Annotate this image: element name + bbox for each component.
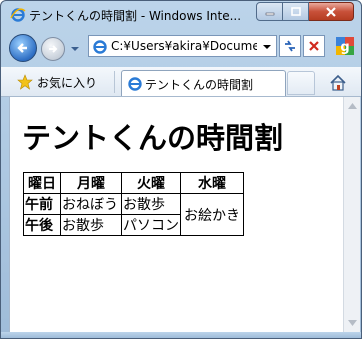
tab-page-icon [128, 77, 142, 91]
refresh-button[interactable] [279, 35, 301, 57]
back-button[interactable] [9, 34, 37, 62]
page-title: テントくんの時間割 [22, 121, 284, 155]
slot-cell: 午後 [23, 214, 61, 236]
scroll-down-button[interactable] [347, 318, 358, 328]
table-header-row: 曜日 月曜 火曜 水曜 [23, 172, 244, 194]
page-icon [93, 40, 107, 54]
search-provider-button[interactable]: g [335, 35, 355, 57]
scroll-down-icon [348, 320, 357, 326]
close-button[interactable] [309, 2, 354, 21]
address-bar[interactable]: C:¥Users¥akira¥Documen [88, 35, 277, 57]
new-tab-button[interactable] [287, 71, 315, 95]
slot-cell: 午前 [23, 193, 61, 215]
table-cell: お散歩 [121, 193, 181, 215]
header-cell: 水曜 [180, 172, 244, 194]
address-dropdown-icon[interactable] [261, 41, 273, 53]
search-provider-icon: g [336, 37, 354, 55]
svg-text:g: g [340, 40, 349, 55]
address-input[interactable]: C:¥Users¥akira¥Documen [111, 39, 257, 55]
maximize-button[interactable] [283, 2, 309, 21]
header-cell: 火曜 [121, 172, 181, 194]
forward-button[interactable] [41, 37, 65, 61]
timetable: 曜日 月曜 火曜 水曜 午前 おねぼう お散歩 お絵かき 午後 お散歩 パソコン [23, 172, 244, 236]
home-icon[interactable] [329, 74, 347, 92]
table-cell-merged: お絵かき [180, 193, 244, 236]
toolbar-divider [114, 71, 115, 93]
favorites-label: お気に入り [37, 75, 98, 90]
table-cell: お散歩 [60, 214, 122, 236]
stop-icon [309, 41, 319, 51]
browser-window: テントくんの時間割 - Windows Inte... C:¥Users¥aki… [0, 0, 362, 339]
favorites-star-icon [17, 74, 33, 90]
table-row: 午前 おねぼう お散歩 お絵かき [23, 193, 244, 236]
maximize-icon [290, 6, 301, 16]
minimize-icon [265, 12, 274, 15]
window-title: テントくんの時間割 - Windows Inte... [29, 9, 242, 23]
vertical-scrollbar[interactable] [343, 97, 360, 332]
table-cell: パソコン [121, 214, 181, 236]
tab-timetable[interactable]: テントくんの時間割 [121, 70, 286, 96]
header-cell: 曜日 [23, 172, 61, 194]
table-cell: おねぼう [60, 193, 122, 215]
close-icon [326, 6, 336, 17]
favorites-bar: お気に入り テントくんの時間割 [1, 67, 361, 97]
caption-buttons [256, 2, 354, 21]
forward-arrow-icon [49, 45, 58, 53]
window-bottom-edge [1, 332, 361, 338]
back-arrow-icon [17, 43, 27, 53]
recent-pages-dropdown-icon[interactable] [70, 44, 80, 54]
navigation-bar: C:¥Users¥akira¥Documen g [1, 29, 361, 67]
favorites-button[interactable]: お気に入り [17, 73, 97, 91]
stop-button[interactable] [303, 35, 325, 57]
tab-label: テントくんの時間割 [145, 78, 254, 92]
minimize-button[interactable] [256, 2, 283, 21]
scroll-up-button[interactable] [347, 101, 358, 111]
page-content: テントくんの時間割 曜日 月曜 火曜 水曜 午前 おねぼう お散歩 お絵かき 午… [9, 97, 343, 332]
refresh-icon [285, 40, 295, 52]
title-bar: テントくんの時間割 - Windows Inte... [1, 1, 361, 29]
header-cell: 月曜 [60, 172, 122, 194]
scroll-up-icon [348, 103, 357, 109]
ie-icon [10, 8, 26, 22]
